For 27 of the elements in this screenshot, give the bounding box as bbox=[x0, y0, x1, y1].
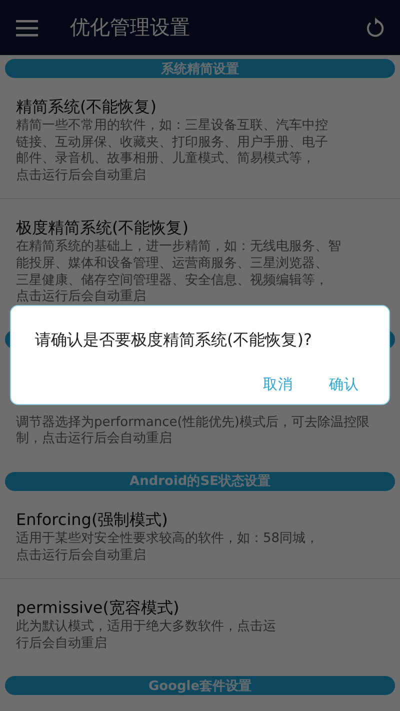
option-description: 制，点击运行后会自动重启 bbox=[16, 431, 172, 448]
option-title[interactable]: permissive(宽容模式) bbox=[16, 597, 384, 620]
option-description: 点击运行后会自动重启 bbox=[16, 548, 146, 564]
option-description: 点击运行后会自动重启 bbox=[16, 168, 146, 184]
dialog-button[interactable]: 取消 bbox=[257, 371, 299, 398]
option-title[interactable]: 精简系统(不能恢复) bbox=[16, 96, 384, 118]
option-description: 调节器选择为performance(性能优先)模式后，可去除温控限 bbox=[16, 414, 370, 431]
menu-icon[interactable] bbox=[16, 18, 38, 36]
section-header: 系统精简设置 bbox=[5, 59, 395, 78]
option-description: 精简一些不常用的软件，如：三星设备互联、汽车中控 bbox=[16, 118, 328, 135]
option-description: 点击运行后会自动重启 bbox=[16, 289, 146, 306]
section-header: Android的SE状态设置 bbox=[5, 472, 395, 491]
option-title[interactable]: 极度精简系统(不能恢复) bbox=[16, 217, 384, 240]
option-description: 行后会自动重启 bbox=[16, 636, 107, 652]
option-description: 在精简系统的基础上，进一步精简，如：无线电服务、智 bbox=[16, 239, 341, 256]
option-description: 三星健康、储存空间管理器、安全信息、视频编辑等， bbox=[16, 272, 328, 289]
option-description: 能投屏、媒体和设备管理、运营商服务、三星浏览器、 bbox=[16, 256, 328, 273]
option-description: 适用于某些对安全性要求较高的软件，如：58同城， bbox=[16, 530, 319, 548]
option-description: 邮件、录音机、故事相册、儿童模式、简易模式等， bbox=[16, 151, 315, 168]
section-header: Google套件设置 bbox=[5, 676, 395, 696]
dialog-button[interactable]: 确认 bbox=[323, 371, 365, 398]
refresh-icon[interactable] bbox=[364, 16, 386, 38]
option-description: 此为默认模式，适用于绝大多数软件，点击运 bbox=[16, 619, 276, 636]
option-title[interactable]: Enforcing(强制模式) bbox=[16, 508, 384, 531]
screen-title: 优化管理设置 bbox=[70, 14, 191, 41]
dialog-message: 请确认是否要极度精简系统(不能恢复)? bbox=[35, 330, 313, 351]
option-description: 链接、互动屏保、收藏夹、打印服务、用户手册、电子 bbox=[16, 134, 328, 151]
